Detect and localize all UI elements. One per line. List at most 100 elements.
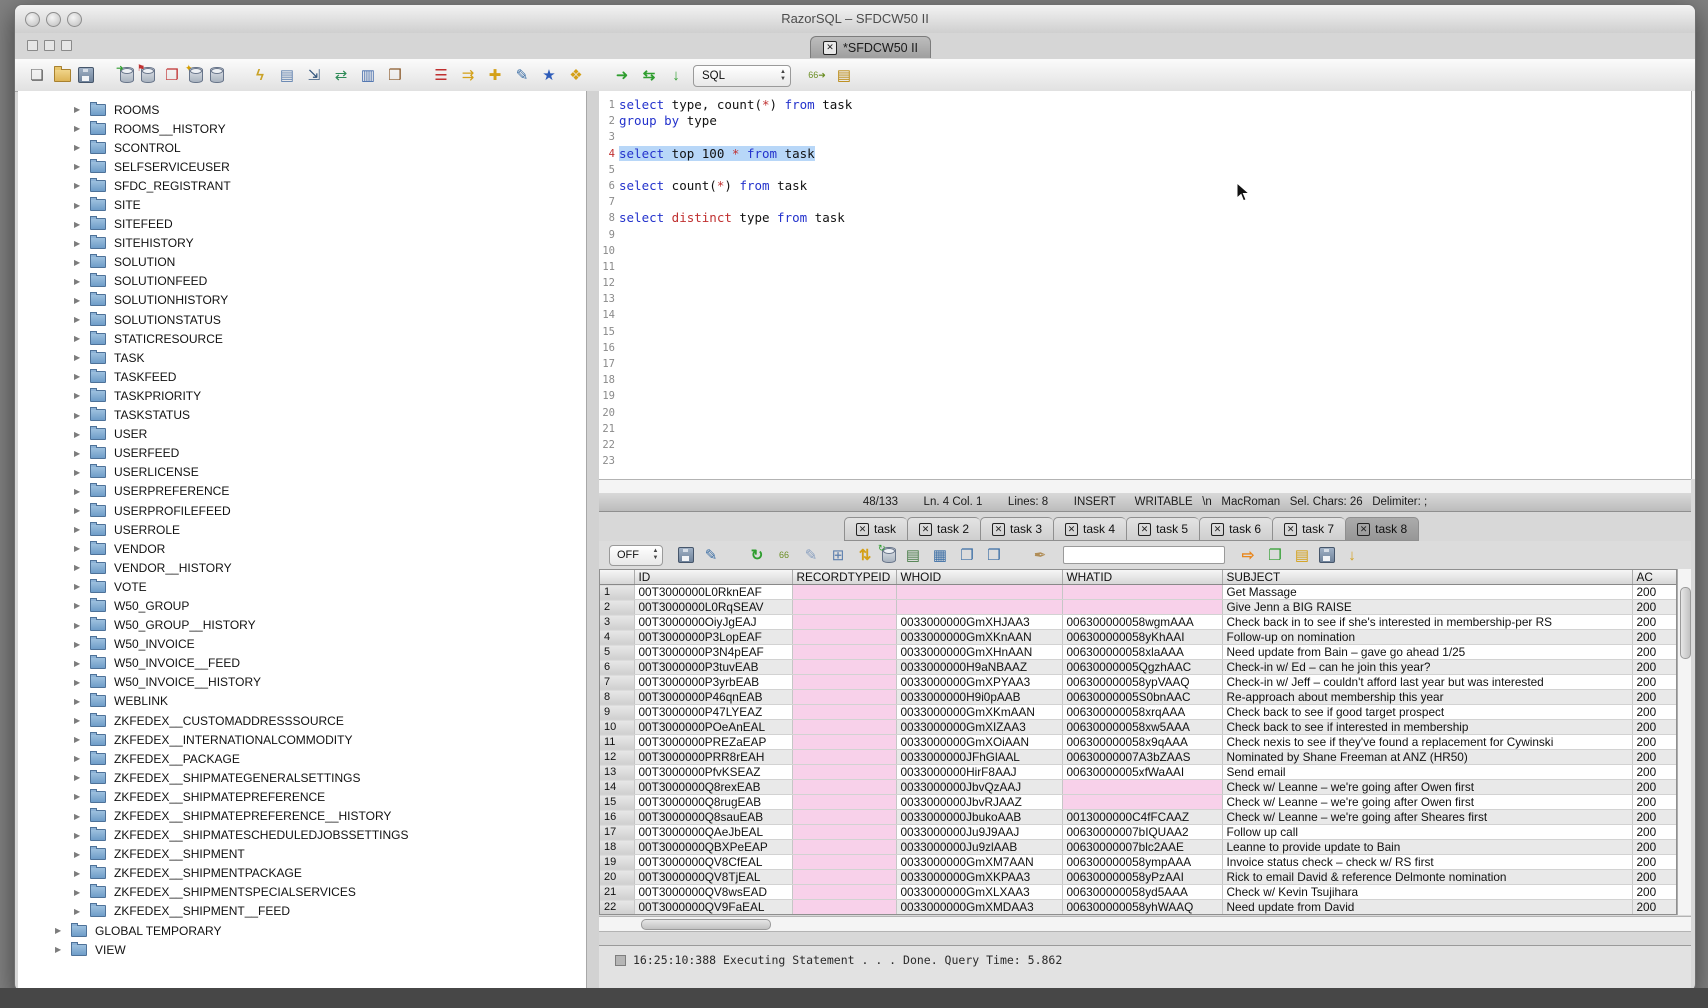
cell-id[interactable]: 00T3000000POeAnEAL — [634, 720, 792, 735]
cell-subject[interactable]: Re-approach about membership this year — [1222, 690, 1632, 705]
search-pin-icon[interactable]: ✒ — [1030, 545, 1050, 565]
cell-whoid[interactable]: 0033000000GmXKnAAN — [896, 630, 1062, 645]
cell-whatid[interactable] — [1062, 780, 1222, 795]
cell-subject[interactable]: Check w/ Leanne – we're going after Shea… — [1222, 810, 1632, 825]
cell-ac[interactable]: 200 — [1632, 885, 1677, 900]
column-header-subject[interactable]: SUBJECT — [1222, 570, 1632, 585]
cell-recordtypeid[interactable] — [792, 585, 896, 600]
cell-id[interactable]: 00T3000000PfvKSEAZ — [634, 765, 792, 780]
report-icon[interactable]: ▤ — [1292, 545, 1312, 565]
cell-subject[interactable]: Check back to see if interested in membe… — [1222, 720, 1632, 735]
cell-ac[interactable]: 200 — [1632, 630, 1677, 645]
refresh-results-icon[interactable]: ↻ — [747, 545, 767, 565]
cell-whoid[interactable]: 0033000000GmXKmAAN — [896, 705, 1062, 720]
export-results-icon[interactable]: ❐ — [1265, 545, 1285, 565]
book-icon[interactable]: ❒ — [385, 65, 405, 85]
cell-id[interactable]: 00T3000000QV8CfEAL — [634, 855, 792, 870]
cell-subject[interactable]: Give Jenn a BIG RAISE — [1222, 600, 1632, 615]
cell-ac[interactable]: 200 — [1632, 615, 1677, 630]
edit-cell-icon[interactable]: ✎ — [801, 545, 821, 565]
cell-whatid[interactable] — [1062, 795, 1222, 810]
result-tab-task-8[interactable]: ✕task 8 — [1345, 517, 1419, 541]
cell-recordtypeid[interactable] — [792, 600, 896, 615]
cell-whatid[interactable]: 006300000058yhWAAQ — [1062, 900, 1222, 915]
table-row[interactable]: 1400T3000000Q8rexEAB0033000000JbvQzAAJCh… — [600, 780, 1677, 795]
cell-subject[interactable]: Check-in w/ Ed – can he join this year? — [1222, 660, 1632, 675]
table-row[interactable]: 700T3000000P3yrbEAB0033000000GmXPYAA3006… — [600, 675, 1677, 690]
tree-item-w50_invoice__history[interactable]: ▶W50_INVOICE__HISTORY — [18, 673, 586, 692]
editor-line-3[interactable]: 3 — [599, 129, 1691, 145]
table-row[interactable]: 600T3000000P3tuvEAB0033000000H9aNBAAZ006… — [600, 660, 1677, 675]
tree-item-taskpriority[interactable]: ▶TASKPRIORITY — [18, 386, 586, 405]
cell-subject[interactable]: Check w/ Leanne – we're going after Owen… — [1222, 795, 1632, 810]
cell-id[interactable]: 00T3000000QV9FaEAL — [634, 900, 792, 915]
disclosure-triangle-icon[interactable]: ▶ — [74, 831, 90, 840]
cell-whatid[interactable]: 00630000007A3bZAAS — [1062, 750, 1222, 765]
cell-recordtypeid[interactable] — [792, 675, 896, 690]
editor-line-10[interactable]: 10 — [599, 243, 1691, 259]
new-connection-icon[interactable]: ✦ — [189, 67, 203, 83]
cell-subject[interactable]: Check w/ Kevin Tsujihara — [1222, 885, 1632, 900]
sort-rows-icon[interactable]: ⇅ — [855, 545, 875, 565]
grid-hscrollbar[interactable] — [599, 916, 1691, 932]
tree-item-site[interactable]: ▶SITE — [18, 195, 586, 214]
grid-hscroll-thumb[interactable] — [641, 919, 771, 930]
cell-subject[interactable]: Get Massage — [1222, 585, 1632, 600]
tree-item-solutionhistory[interactable]: ▶SOLUTIONHISTORY — [18, 291, 586, 310]
editor-line-6[interactable]: 6select count(*) from task — [599, 178, 1691, 194]
column-header-whoid[interactable]: WHOID — [896, 570, 1062, 585]
cell-ac[interactable]: 200 — [1632, 780, 1677, 795]
cell-id[interactable]: 00T3000000PRR8rEAH — [634, 750, 792, 765]
cell-ac[interactable]: 200 — [1632, 645, 1677, 660]
result-list-icon[interactable]: ▤ — [834, 65, 854, 85]
table-row[interactable]: 2100T3000000QV8wsEAD0033000000GmXLXAA300… — [600, 885, 1677, 900]
connect-database-icon[interactable]: ➜ — [120, 67, 134, 83]
tree-item-userlicense[interactable]: ▶USERLICENSE — [18, 463, 586, 482]
sql-history-icon[interactable]: ☰ — [431, 65, 451, 85]
cell-id[interactable]: 00T3000000PREZaEAP — [634, 735, 792, 750]
cell-id[interactable]: 00T3000000QBXPeEAP — [634, 840, 792, 855]
cell-ac[interactable]: 200 — [1632, 675, 1677, 690]
table-row[interactable]: 200T3000000L0RqSEAVGive Jenn a BIG RAISE… — [600, 600, 1677, 615]
table-row[interactable]: 900T3000000P47LYEAZ0033000000GmXKmAAN006… — [600, 705, 1677, 720]
cell-subject[interactable]: Rick to email David & reference Delmonte… — [1222, 870, 1632, 885]
cell-id[interactable]: 00T3000000QV8TjEAL — [634, 870, 792, 885]
tree-item-global temporary[interactable]: ▶GLOBAL TEMPORARY — [18, 921, 586, 940]
cell-whatid[interactable]: 006300000058yPzAAI — [1062, 870, 1222, 885]
disclosure-triangle-icon[interactable]: ▶ — [74, 220, 90, 229]
tree-item-userrole[interactable]: ▶USERROLE — [18, 520, 586, 539]
tree-item-zkfedex__internationalcommodity[interactable]: ▶ZKFEDEX__INTERNATIONALCOMMODITY — [18, 730, 586, 749]
disclosure-triangle-icon[interactable]: ▶ — [74, 582, 90, 591]
cell-ac[interactable]: 200 — [1632, 900, 1677, 915]
disclosure-triangle-icon[interactable]: ▶ — [74, 544, 90, 553]
copy-with-headers-icon[interactable]: ❒ — [984, 545, 1004, 565]
disclosure-triangle-icon[interactable]: ▶ — [74, 869, 90, 878]
cell-ac[interactable]: 200 — [1632, 765, 1677, 780]
disclosure-triangle-icon[interactable]: ▶ — [74, 678, 90, 687]
editor-line-9[interactable]: 9 — [599, 227, 1691, 243]
cell-id[interactable]: 00T3000000P3LopEAF — [634, 630, 792, 645]
cell-ac[interactable]: 200 — [1632, 600, 1677, 615]
disclosure-triangle-icon[interactable]: ▶ — [74, 143, 90, 152]
cell-recordtypeid[interactable] — [792, 900, 896, 915]
cell-subject[interactable]: Follow-up on nomination — [1222, 630, 1632, 645]
tab-close-icon[interactable]: ✕ — [1211, 523, 1224, 536]
cell-whoid[interactable]: 0033000000JbukoAAB — [896, 810, 1062, 825]
edit-table-data-icon[interactable]: ▤ — [277, 65, 297, 85]
results-search-input[interactable] — [1063, 546, 1225, 564]
cell-recordtypeid[interactable] — [792, 765, 896, 780]
sql-editor[interactable]: 1select type, count(*) from task2group b… — [599, 91, 1691, 485]
cell-whatid[interactable]: 00630000005QgzhAAC — [1062, 660, 1222, 675]
disclosure-triangle-icon[interactable]: ▶ — [74, 525, 90, 534]
editor-line-22[interactable]: 22 — [599, 437, 1691, 453]
cell-whoid[interactable] — [896, 585, 1062, 600]
table-row[interactable]: 500T3000000P3N4pEAF0033000000GmXHnAAN006… — [600, 645, 1677, 660]
tree-item-sitefeed[interactable]: ▶SITEFEED — [18, 215, 586, 234]
cell-recordtypeid[interactable] — [792, 780, 896, 795]
cell-ac[interactable]: 200 — [1632, 855, 1677, 870]
execute-sql-icon[interactable]: ϟ — [250, 65, 270, 85]
save-results-icon[interactable] — [678, 547, 694, 563]
window-icon-3[interactable] — [61, 40, 72, 51]
tab-close-icon[interactable]: ✕ — [1065, 523, 1078, 536]
tree-item-taskfeed[interactable]: ▶TASKFEED — [18, 367, 586, 386]
